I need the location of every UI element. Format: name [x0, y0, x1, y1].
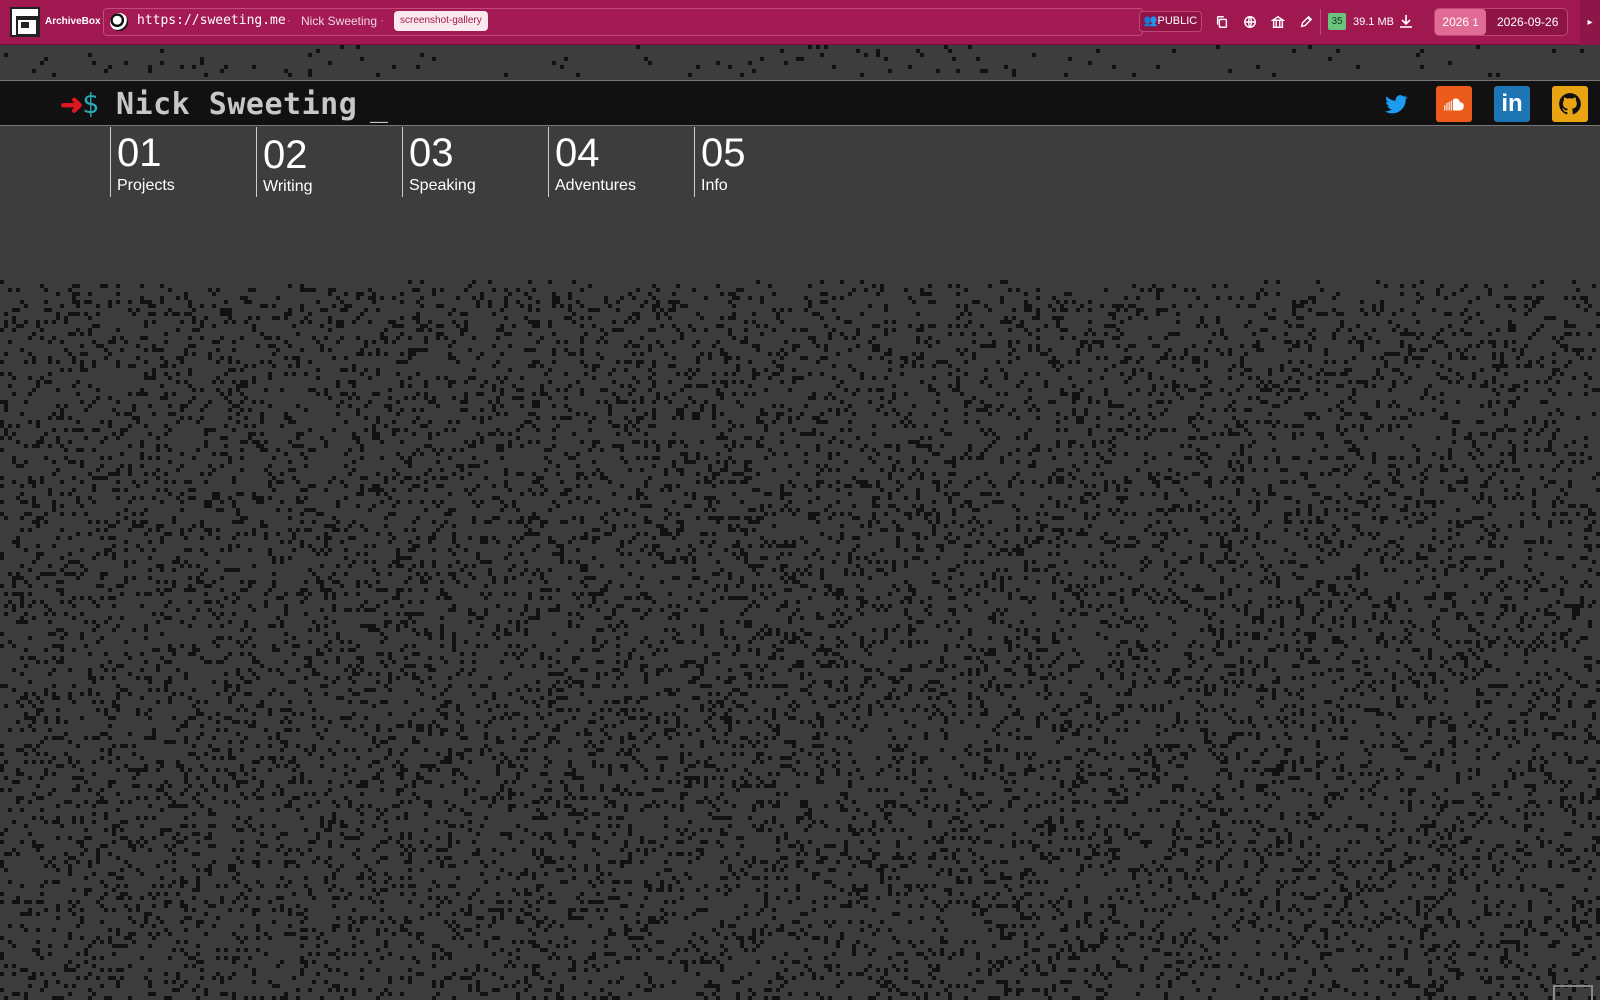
archivebox-logo-icon[interactable] [10, 7, 40, 37]
visibility-badge[interactable]: 👥PUBLIC [1139, 11, 1202, 32]
site-favicon-icon [110, 13, 128, 31]
nav-speaking[interactable]: 03 Speaking [402, 127, 546, 197]
prompt-dollar: $ [82, 87, 99, 120]
nav-number: 05 [701, 131, 746, 175]
year-count: 1 [1472, 17, 1479, 29]
life-cells [0, 280, 1600, 1000]
separator-dot: · [287, 13, 291, 27]
snapshot-size: 39.1 MB [1353, 16, 1394, 28]
nav-number: 02 [263, 133, 308, 177]
separator-dot: · [380, 13, 384, 27]
nav-label: Adventures [555, 177, 636, 194]
snapshot-url[interactable]: https://sweeting.me [137, 13, 286, 28]
nav-number: 03 [409, 131, 454, 175]
download-icon[interactable] [1398, 13, 1414, 29]
archivebox-name[interactable]: ArchiveBox [45, 16, 101, 27]
terminal-cursor: _ [370, 89, 389, 124]
nav-writing[interactable]: 02 Writing [256, 127, 400, 197]
nav-adventures[interactable]: 04 Adventures [548, 127, 692, 197]
edit-icon[interactable] [1294, 10, 1318, 34]
collapse-header-button[interactable]: ▸ [1580, 0, 1600, 45]
year-selector[interactable]: 2026 1 [1435, 9, 1486, 35]
nav-number: 04 [555, 131, 600, 175]
site-title[interactable]: Nick Sweeting [116, 87, 357, 122]
snapshot-title: Nick Sweeting [301, 14, 378, 28]
linkedin-icon[interactable]: in [1494, 86, 1530, 122]
snapshot-date[interactable]: 2026-09-26 [1497, 15, 1558, 29]
copy-icon[interactable] [1210, 10, 1234, 34]
nav-label: Info [701, 177, 728, 194]
snapshot-tag[interactable]: screenshot-gallery [394, 11, 488, 31]
nav-label: Speaking [409, 177, 476, 194]
nav-info[interactable]: 05 Info [694, 127, 838, 197]
nav-number: 01 [117, 131, 162, 175]
soundcloud-icon[interactable] [1436, 86, 1472, 122]
nav-label: Writing [263, 178, 313, 195]
prompt-arrow-icon: ➜ [60, 89, 84, 120]
life-cells [4, 45, 1584, 77]
github-icon[interactable] [1552, 86, 1588, 122]
life-strip-cells [4, 45, 1584, 77]
game-of-life-canvas [0, 280, 1600, 1000]
corner-widget [1553, 985, 1593, 1000]
archive-icon[interactable] [1266, 10, 1290, 34]
nav-projects[interactable]: 01 Projects [110, 127, 254, 197]
archive-count-badge: 35 [1328, 13, 1346, 30]
globe-icon[interactable] [1238, 10, 1262, 34]
year-label: 2026 [1442, 15, 1470, 29]
nav-label: Projects [117, 177, 175, 194]
twitter-icon[interactable] [1378, 86, 1414, 122]
